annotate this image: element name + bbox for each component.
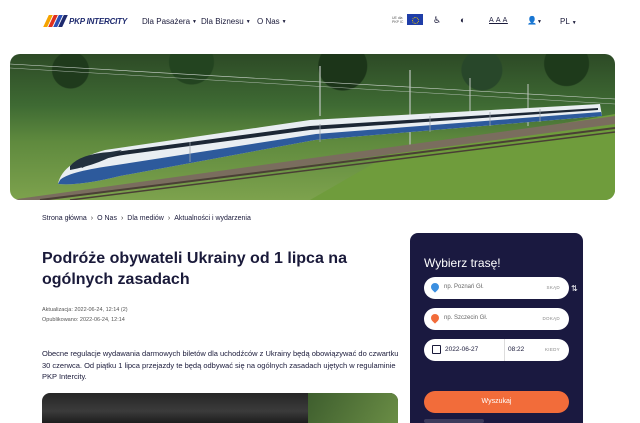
hero-image — [10, 54, 615, 200]
nav-o-nas[interactable]: O Nas ▼ — [257, 17, 287, 26]
wheelchair-icon[interactable]: ♿ — [433, 15, 441, 26]
logo-mark-icon — [43, 15, 68, 27]
article-published: Opublikowano: 2022-06-24, 12:14 — [42, 317, 125, 323]
route-panel-title: Wybierz trasę! — [424, 256, 501, 270]
article-image — [42, 393, 398, 423]
chevron-right-icon: › — [90, 215, 94, 222]
time-value[interactable]: 08:22 — [508, 346, 524, 353]
calendar-icon — [432, 345, 441, 354]
pkp-intercity-logo[interactable]: PKP INTERCITY — [43, 15, 127, 27]
breadcrumb-item-home[interactable]: Strona główna — [42, 215, 87, 222]
to-placeholder: np. Szczecin Gł. — [444, 315, 488, 321]
nav-label: Dla Biznesu — [201, 17, 244, 26]
caret-down-icon: ▼ — [281, 18, 287, 25]
field-divider — [504, 339, 505, 361]
nav-dla-biznesu[interactable]: Dla Biznesu ▼ — [201, 17, 251, 26]
search-button[interactable]: Wyszukaj — [424, 391, 569, 413]
language-label: PL — [560, 17, 570, 26]
location-pin-icon — [429, 312, 441, 324]
logo-text: PKP INTERCITY — [69, 16, 127, 26]
breadcrumb-item-aktualnosci[interactable]: Aktualności i wydarzenia — [174, 215, 251, 222]
breadcrumb-item-o-nas[interactable]: O Nas — [97, 215, 117, 222]
eu-funding-badge[interactable]: UE dla PKP IC — [392, 14, 423, 25]
nav-label: Dla Pasażera — [142, 17, 191, 26]
from-placeholder: np. Poznań Gł. — [444, 284, 484, 290]
nav-label: O Nas — [257, 17, 280, 26]
caret-down-icon: ▼ — [536, 19, 542, 25]
caret-down-icon: ▼ — [245, 18, 251, 25]
user-icon: 👤 — [527, 16, 537, 25]
to-station-input[interactable]: np. Szczecin Gł. DOKĄD — [424, 308, 569, 330]
from-station-input[interactable]: np. Poznań Gł. SKĄD — [424, 277, 569, 299]
site-header: PKP INTERCITY Dla Pasażera ▼ Dla Biznesu ▼… — [0, 0, 640, 44]
nav-dla-pasazera[interactable]: Dla Pasażera ▼ — [142, 17, 197, 26]
when-tag: KIEDY — [544, 347, 560, 352]
eu-text: UE dla PKP IC — [392, 15, 404, 24]
caret-down-icon: ▼ — [192, 18, 197, 25]
breadcrumb-item-dla-mediow[interactable]: Dla mediów — [127, 215, 164, 222]
chevron-right-icon: › — [120, 215, 124, 222]
article-updated: Aktualizacja: 2022-06-24, 12:14 (2) — [42, 307, 128, 313]
contrast-icon[interactable]: ◐ — [460, 15, 465, 25]
location-pin-icon — [429, 281, 441, 293]
breadcrumb: Strona główna › O Nas › Dla mediów › Akt… — [42, 215, 251, 222]
date-value[interactable]: 2022-06-27 — [445, 346, 478, 353]
chevron-right-icon: › — [167, 215, 171, 222]
train-illustration — [10, 63, 615, 200]
from-tag: SKĄD — [546, 285, 560, 290]
font-size-toggle[interactable]: A A A — [489, 17, 508, 24]
panel-footer-link[interactable] — [424, 419, 484, 423]
user-menu[interactable]: 👤▼ — [527, 16, 542, 25]
language-selector[interactable]: PL ▼ — [560, 17, 577, 26]
to-tag: DOKĄD — [542, 316, 560, 321]
article-title: Podróże obywateli Ukrainy od 1 lipca na … — [42, 250, 347, 288]
date-time-input[interactable]: 2022-06-27 08:22 KIEDY — [424, 339, 569, 361]
article-lead: Obecne regulacje wydawania darmowych bil… — [42, 349, 399, 381]
caret-down-icon: ▼ — [571, 20, 577, 26]
swap-stations-icon[interactable]: ⇅ — [571, 284, 578, 293]
eu-flag-icon — [407, 14, 423, 25]
